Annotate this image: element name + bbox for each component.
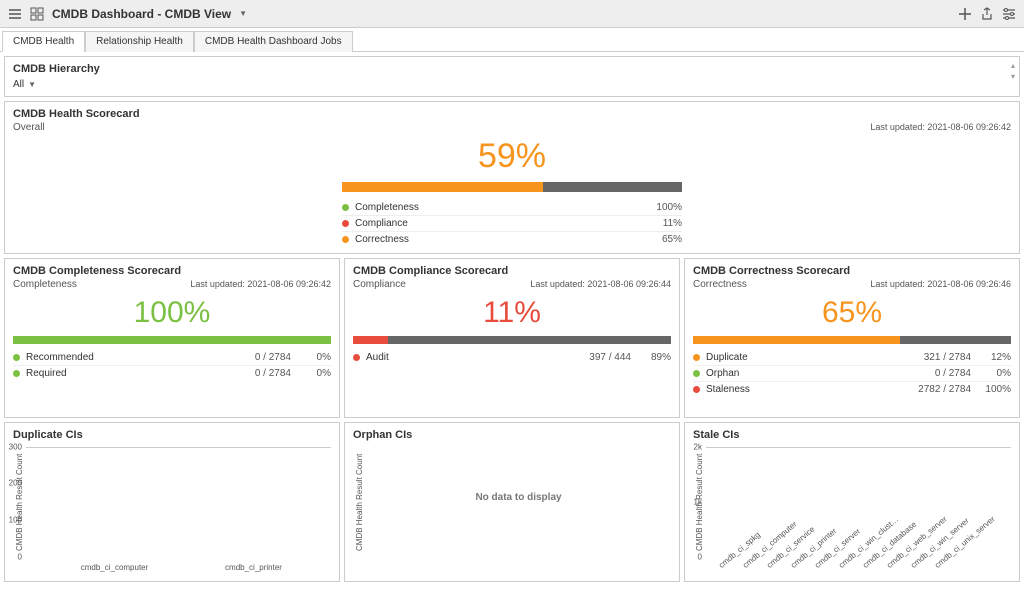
hierarchy-selected: All bbox=[13, 79, 24, 90]
ytick: 2k bbox=[694, 443, 702, 452]
add-icon[interactable] bbox=[958, 7, 972, 21]
panel-orphan-chart: Orphan CIs CMDB Health Result Count No d… bbox=[344, 422, 680, 582]
metric-compliance[interactable]: Compliance 11% bbox=[342, 216, 682, 232]
completeness-title: CMDB Completeness Scorecard bbox=[13, 265, 331, 277]
panel-health-scorecard: CMDB Health Scorecard Overall Last updat… bbox=[4, 101, 1020, 254]
tab-relationship-health[interactable]: Relationship Health bbox=[85, 31, 194, 52]
tab-bar: CMDB Health Relationship Health CMDB Hea… bbox=[0, 28, 1024, 52]
row-duplicate[interactable]: Duplicate 321 / 2784 12% bbox=[693, 350, 1011, 366]
ytick: 100 bbox=[9, 515, 22, 524]
menu-icon[interactable] bbox=[8, 7, 22, 21]
tab-cmdb-health[interactable]: CMDB Health bbox=[2, 31, 85, 52]
dot-icon bbox=[13, 370, 20, 377]
panel-completeness: CMDB Completeness Scorecard Completeness… bbox=[4, 258, 340, 418]
scorecard-metrics: Completeness 100% Compliance 11% Correct… bbox=[342, 200, 682, 247]
hierarchy-up-icon[interactable]: ▴ bbox=[1011, 61, 1015, 70]
stale-chart[interactable] bbox=[706, 447, 1011, 448]
chevron-down-icon: ▼ bbox=[28, 80, 36, 89]
scorecard-pct: 59% bbox=[13, 137, 1011, 176]
dot-icon bbox=[342, 204, 349, 211]
panel-compliance: CMDB Compliance Scorecard Compliance Las… bbox=[344, 258, 680, 418]
orphan-ylabel: CMDB Health Result Count bbox=[353, 447, 366, 557]
dot-icon bbox=[342, 220, 349, 227]
hierarchy-title: CMDB Hierarchy bbox=[13, 63, 1011, 75]
compliance-updated: Last updated: 2021-08-06 09:26:44 bbox=[530, 279, 671, 289]
share-icon[interactable] bbox=[980, 7, 994, 21]
panel-hierarchy: CMDB Hierarchy All ▼ ▴ ▾ bbox=[4, 56, 1020, 97]
tab-dashboard-jobs[interactable]: CMDB Health Dashboard Jobs bbox=[194, 31, 353, 52]
scorecard-bar bbox=[342, 182, 682, 192]
panel-duplicate-chart: Duplicate CIs CMDB Health Result Count 3… bbox=[4, 422, 340, 582]
scorecard-updated: Last updated: 2021-08-06 09:26:42 bbox=[870, 122, 1011, 132]
dot-icon bbox=[693, 386, 700, 393]
compliance-pct: 11% bbox=[353, 296, 671, 330]
dot-icon bbox=[693, 370, 700, 377]
metric-correctness[interactable]: Correctness 65% bbox=[342, 232, 682, 247]
scorecard-subtitle: Overall bbox=[13, 122, 1011, 133]
xlabel: cmdb_ci_printer bbox=[188, 563, 319, 572]
topbar: CMDB Dashboard - CMDB View ▼ bbox=[0, 0, 1024, 28]
correctness-updated: Last updated: 2021-08-06 09:26:46 bbox=[870, 279, 1011, 289]
title-dropdown-icon[interactable]: ▼ bbox=[239, 9, 247, 18]
orphan-title: Orphan CIs bbox=[353, 429, 671, 441]
ytick: 200 bbox=[9, 479, 22, 488]
dot-icon bbox=[353, 354, 360, 361]
dot-icon bbox=[693, 354, 700, 361]
ytick: 0 bbox=[18, 553, 22, 562]
completeness-bar bbox=[13, 336, 331, 344]
completeness-updated: Last updated: 2021-08-06 09:26:42 bbox=[190, 279, 331, 289]
row-required[interactable]: Required 0 / 2784 0% bbox=[13, 366, 331, 381]
panel-correctness: CMDB Correctness Scorecard Correctness L… bbox=[684, 258, 1020, 418]
metric-completeness[interactable]: Completeness 100% bbox=[342, 200, 682, 216]
row-orphan[interactable]: Orphan 0 / 2784 0% bbox=[693, 366, 1011, 382]
ytick: 1k bbox=[694, 498, 702, 507]
row-staleness[interactable]: Staleness 2782 / 2784 100% bbox=[693, 382, 1011, 397]
ytick: 0 bbox=[698, 553, 702, 562]
hierarchy-selector[interactable]: All ▼ bbox=[13, 79, 1011, 90]
correctness-pct: 65% bbox=[693, 296, 1011, 330]
row-audit[interactable]: Audit 397 / 444 89% bbox=[353, 350, 671, 365]
row-recommended[interactable]: Recommended 0 / 2784 0% bbox=[13, 350, 331, 366]
duplicate-chart[interactable] bbox=[26, 447, 331, 448]
dot-icon bbox=[342, 236, 349, 243]
correctness-title: CMDB Correctness Scorecard bbox=[693, 265, 1011, 277]
panel-stale-chart: Stale CIs CMDB Health Result Count 2k 1k… bbox=[684, 422, 1020, 582]
grid-icon[interactable] bbox=[30, 7, 44, 21]
correctness-bar bbox=[693, 336, 1011, 344]
xlabel: cmdb_ci_computer bbox=[49, 563, 180, 572]
ytick: 300 bbox=[9, 443, 22, 452]
compliance-bar bbox=[353, 336, 671, 344]
completeness-pct: 100% bbox=[13, 296, 331, 330]
dot-icon bbox=[13, 354, 20, 361]
orphan-nodata: No data to display bbox=[366, 447, 671, 547]
duplicate-title: Duplicate CIs bbox=[13, 429, 331, 441]
stale-title: Stale CIs bbox=[693, 429, 1011, 441]
scorecard-title: CMDB Health Scorecard bbox=[13, 108, 1011, 120]
hierarchy-down-icon[interactable]: ▾ bbox=[1011, 72, 1015, 81]
settings-icon[interactable] bbox=[1002, 7, 1016, 21]
dashboard-title: CMDB Dashboard - CMDB View bbox=[52, 7, 231, 21]
compliance-title: CMDB Compliance Scorecard bbox=[353, 265, 671, 277]
